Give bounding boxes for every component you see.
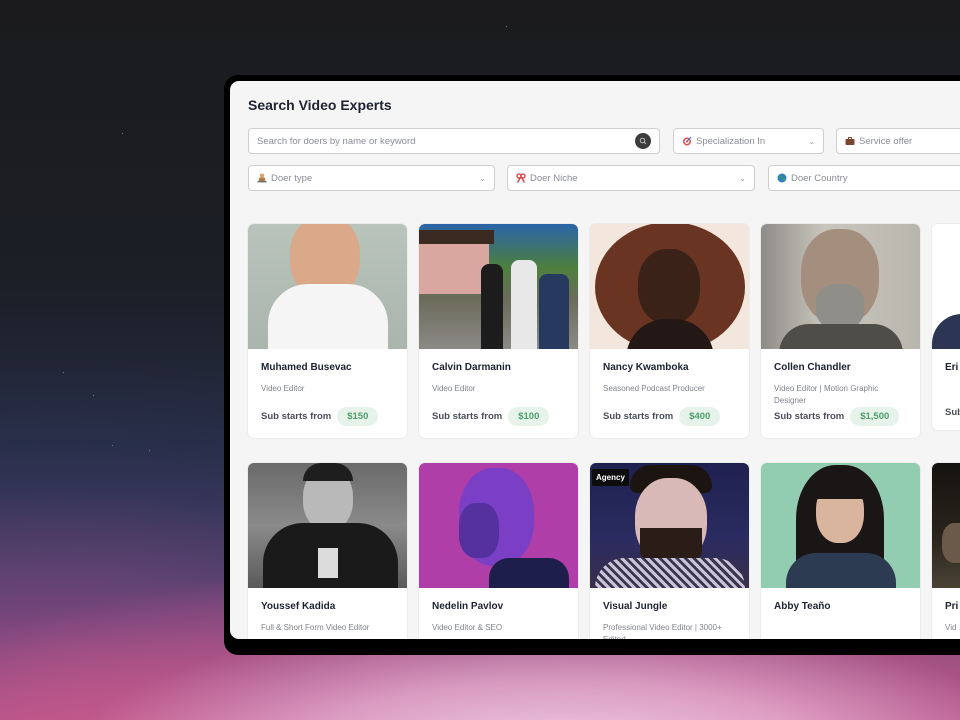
star — [112, 445, 113, 446]
search-icon — [639, 137, 647, 145]
chevron-down-icon: ⌄ — [808, 136, 815, 146]
target-icon — [682, 136, 692, 146]
star — [93, 395, 94, 396]
expert-photo — [761, 224, 920, 349]
expert-photo — [419, 463, 578, 588]
expert-card[interactable]: Nedelin Pavlov Video Editor & SEO — [419, 463, 578, 639]
search-button[interactable] — [635, 133, 651, 149]
expert-card[interactable]: Youssef Kadida Full & Short Form Video E… — [248, 463, 407, 639]
expert-photo: Agency — [590, 463, 749, 588]
price-label: Sub starts from — [261, 411, 332, 422]
star — [122, 133, 123, 134]
expert-card[interactable]: Abby Teaño — [761, 463, 920, 639]
search-placeholder: Search for doers by name or keyword — [257, 135, 416, 147]
expert-card[interactable]: Agency Visual Jungle Professional Video … — [590, 463, 749, 639]
expert-name: Eri — [945, 362, 959, 373]
star — [506, 26, 507, 27]
expert-card[interactable]: Muhamed Busevac Video Editor Sub starts … — [248, 224, 407, 438]
expert-name: Calvin Darmanin — [432, 362, 511, 373]
expert-name: Youssef Kadida — [261, 601, 336, 612]
star — [63, 372, 64, 373]
expert-role: Video Editor — [261, 384, 305, 393]
expert-name: Visual Jungle — [603, 601, 668, 612]
ribbon-icon — [516, 173, 526, 183]
expert-role: Seasoned Podcast Producer — [603, 384, 705, 393]
doer-niche-select[interactable]: Doer Niche ⌄ — [507, 165, 755, 191]
expert-role: Professional Video Editor | 3000+ Edited — [603, 623, 722, 639]
expert-photo — [932, 463, 960, 588]
expert-photo — [419, 224, 578, 349]
globe-icon — [777, 173, 787, 183]
expert-photo — [248, 463, 407, 588]
price-badge: $150 — [337, 407, 379, 426]
briefcase-icon — [845, 136, 855, 146]
price-badge: $400 — [679, 407, 721, 426]
expert-role: Video Editor — [432, 384, 476, 393]
person-at-desk-icon — [257, 173, 267, 183]
expert-card[interactable]: Collen Chandler Video Editor | Motion Gr… — [761, 224, 920, 438]
doer-niche-label: Doer Niche — [530, 172, 578, 184]
app-screen: Search Video Experts Search for doers by… — [230, 81, 960, 639]
expert-role: Vid — [945, 623, 957, 632]
doer-type-select[interactable]: Doer type ⌄ — [248, 165, 495, 191]
expert-name: Collen Chandler — [774, 362, 851, 373]
price-label: Sub starts from — [603, 411, 674, 422]
expert-card[interactable]: Pri Vid — [932, 463, 960, 639]
expert-name: Muhamed Busevac — [261, 362, 352, 373]
expert-photo — [932, 224, 960, 349]
expert-role — [945, 383, 960, 407]
price-label: Sub starts from — [945, 407, 960, 418]
price-badge: $100 — [508, 407, 550, 426]
expert-photo — [590, 224, 749, 349]
price-badge: $1,500 — [850, 407, 900, 426]
star — [149, 450, 150, 451]
doer-country-select[interactable]: Doer Country — [768, 165, 960, 191]
expert-role: Full & Short Form Video Editor — [261, 623, 370, 632]
expert-card[interactable]: Calvin Darmanin Video Editor Sub starts … — [419, 224, 578, 438]
chevron-down-icon: ⌄ — [479, 173, 486, 183]
expert-card[interactable]: Eri Sub starts from — [932, 224, 960, 430]
expert-photo — [761, 463, 920, 588]
expert-name: Nedelin Pavlov — [432, 601, 504, 612]
page-title: Search Video Experts — [248, 97, 392, 113]
expert-role — [774, 622, 907, 639]
specialization-select[interactable]: Specialization In ⌄ — [673, 128, 824, 154]
expert-name: Abby Teaño — [774, 601, 831, 612]
specialization-label: Specialization In — [696, 135, 766, 147]
expert-card[interactable]: Nancy Kwamboka Seasoned Podcast Producer… — [590, 224, 749, 438]
chevron-down-icon: ⌄ — [739, 173, 746, 183]
doer-country-label: Doer Country — [791, 172, 848, 184]
expert-photo — [248, 224, 407, 349]
doer-type-label: Doer type — [271, 172, 313, 184]
expert-role: Video Editor | Motion Graphic Designer — [774, 384, 879, 405]
expert-name: Nancy Kwamboka — [603, 362, 689, 373]
service-offer-select[interactable]: Service offer — [836, 128, 960, 154]
price-label: Sub starts from — [432, 411, 503, 422]
price-label: Sub starts from — [774, 411, 845, 422]
agency-badge: Agency — [592, 469, 629, 486]
search-input[interactable]: Search for doers by name or keyword — [248, 128, 660, 154]
expert-role: Video Editor & SEO — [432, 623, 503, 632]
service-offer-label: Service offer — [859, 135, 913, 147]
expert-name: Pri — [945, 601, 959, 612]
